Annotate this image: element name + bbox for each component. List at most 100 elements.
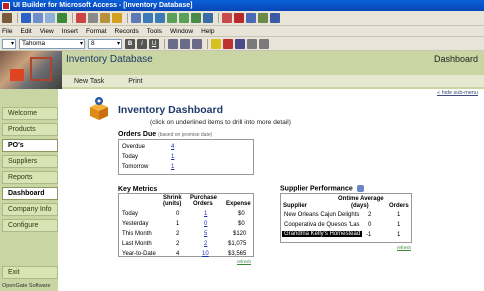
metric-orders[interactable]: 5 — [204, 231, 207, 237]
standard-toolbar — [0, 11, 484, 26]
key-metrics-refresh-link[interactable]: refresh — [237, 259, 251, 264]
special-effect-icon[interactable] — [259, 38, 269, 49]
filter-selection-icon[interactable] — [167, 13, 177, 23]
save-icon[interactable] — [21, 13, 31, 23]
orders-due-value[interactable]: 1 — [171, 164, 174, 170]
ontime-header: Ontime Average — [338, 196, 384, 202]
align-center-icon[interactable] — [180, 38, 190, 49]
menu-insert[interactable]: Insert — [62, 28, 78, 35]
menu-edit[interactable]: Edit — [20, 28, 31, 35]
header-title: Inventory Database — [66, 54, 153, 65]
nav-exit[interactable]: Exit — [2, 266, 58, 279]
italic-icon[interactable]: I — [137, 38, 147, 49]
metric-label: Year-to-Date — [122, 251, 156, 257]
bold-icon[interactable]: B — [125, 38, 135, 49]
metric-expense: $120 — [233, 231, 247, 237]
object-combo[interactable] — [2, 38, 16, 49]
menu-records[interactable]: Records — [115, 28, 139, 35]
toolbar-separator — [164, 38, 165, 49]
nav-reports[interactable]: Reports — [2, 171, 58, 184]
supplier-name[interactable]: Grandma Kelly's Homestead — [282, 231, 363, 237]
orders-due-label: Tomorrow — [122, 164, 149, 170]
format-painter-icon[interactable] — [112, 13, 122, 23]
supplier-header: Supplier — [283, 203, 308, 209]
supplier-ontime: 0 — [368, 222, 372, 228]
supplier-ontime: 2 — [368, 212, 372, 218]
print-preview-icon[interactable] — [45, 13, 55, 23]
metric-expense: $3,565 — [228, 251, 247, 257]
window-titlebar: UI Builder for Microsoft Access - [Inven… — [0, 0, 484, 11]
font-color-icon[interactable] — [223, 38, 233, 49]
sort-ascending-icon[interactable] — [143, 13, 153, 23]
metric-label: Today — [122, 211, 139, 217]
metric-orders[interactable]: 0 — [204, 221, 207, 227]
paste-icon[interactable] — [100, 13, 110, 23]
shelf-rack-graphic — [30, 57, 52, 81]
nav-welcome[interactable]: Welcome — [2, 107, 58, 120]
supplier-name[interactable]: New Orleans Cajun Delights — [284, 212, 359, 218]
window-title: UI Builder for Microsoft Access - [Inven… — [13, 2, 193, 9]
expense-header: Expense — [226, 201, 251, 207]
font-size-combo[interactable]: 8 — [88, 38, 122, 49]
font-name-combo[interactable]: Tahoma — [19, 38, 85, 49]
filter-form-icon[interactable] — [179, 13, 189, 23]
hide-sub-menu-link[interactable]: « hide sub-menu — [437, 90, 478, 96]
new-record-icon[interactable] — [222, 13, 232, 23]
database-window-icon[interactable] — [246, 13, 256, 23]
nav-company-info[interactable]: Company Info — [2, 203, 58, 216]
metric-shrink: 2 — [176, 231, 180, 237]
nav-suppliers[interactable]: Suppliers — [2, 155, 58, 168]
app-icon — [2, 1, 10, 10]
menu-view[interactable]: View — [40, 28, 54, 35]
toolbar-separator — [207, 38, 208, 49]
spelling-icon[interactable] — [57, 13, 67, 23]
nav-pos[interactable]: PO's — [2, 139, 58, 152]
new-task-button[interactable]: New Task — [62, 78, 116, 85]
metric-shrink: 1 — [176, 221, 180, 227]
print-button[interactable]: Print — [116, 78, 154, 85]
design-view-icon[interactable] — [2, 13, 12, 23]
orders-due-value[interactable]: 1 — [171, 154, 174, 160]
cut-icon[interactable] — [76, 13, 86, 23]
help-icon[interactable] — [270, 13, 280, 23]
fill-color-icon[interactable] — [211, 38, 221, 49]
apply-filter-icon[interactable] — [191, 13, 201, 23]
menu-help[interactable]: Help — [201, 28, 214, 35]
menu-window[interactable]: Window — [170, 28, 193, 35]
metric-orders[interactable]: 2 — [204, 241, 207, 247]
menu-tools[interactable]: Tools — [147, 28, 162, 35]
supplier-refresh-link[interactable]: refresh — [397, 245, 411, 250]
sort-descending-icon[interactable] — [155, 13, 165, 23]
orders-due-title: Orders Due — [118, 131, 157, 138]
nav-products[interactable]: Products — [2, 123, 58, 136]
sub-menu-bar: New Task Print — [62, 75, 484, 87]
find-icon[interactable] — [203, 13, 213, 23]
line-color-icon[interactable] — [235, 38, 245, 49]
nav-configure[interactable]: Configure — [2, 219, 58, 232]
new-object-icon[interactable] — [258, 13, 268, 23]
metric-orders[interactable]: 1 — [204, 211, 207, 217]
align-right-icon[interactable] — [192, 38, 202, 49]
undo-icon[interactable] — [131, 13, 141, 23]
supplier-orders-header: Orders — [389, 203, 409, 209]
metric-shrink: 4 — [176, 251, 180, 257]
metric-orders[interactable]: 10 — [202, 251, 209, 257]
line-width-icon[interactable] — [247, 38, 257, 49]
delete-record-icon[interactable] — [234, 13, 244, 23]
menu-file[interactable]: File — [2, 28, 12, 35]
supplier-settings-icon[interactable] — [356, 185, 364, 192]
menu-format[interactable]: Format — [86, 28, 107, 35]
supplier-orders: 1 — [397, 232, 401, 238]
orders-due-label: Today — [122, 154, 139, 160]
orders-due-value[interactable]: 4 — [171, 144, 174, 150]
metric-shrink: 2 — [176, 241, 180, 247]
print-icon[interactable] — [33, 13, 43, 23]
nav-dashboard[interactable]: Dashboard — [2, 187, 58, 200]
metric-label: Yesterday — [122, 221, 149, 227]
underline-icon[interactable]: U — [149, 38, 159, 49]
menu-bar: File Edit View Insert Format Records Too… — [0, 26, 484, 37]
copy-icon[interactable] — [88, 13, 98, 23]
orders-header: Orders — [193, 201, 213, 207]
supplier-name[interactable]: Cooperativa de Quesos 'Las — [284, 222, 360, 228]
align-left-icon[interactable] — [168, 38, 178, 49]
